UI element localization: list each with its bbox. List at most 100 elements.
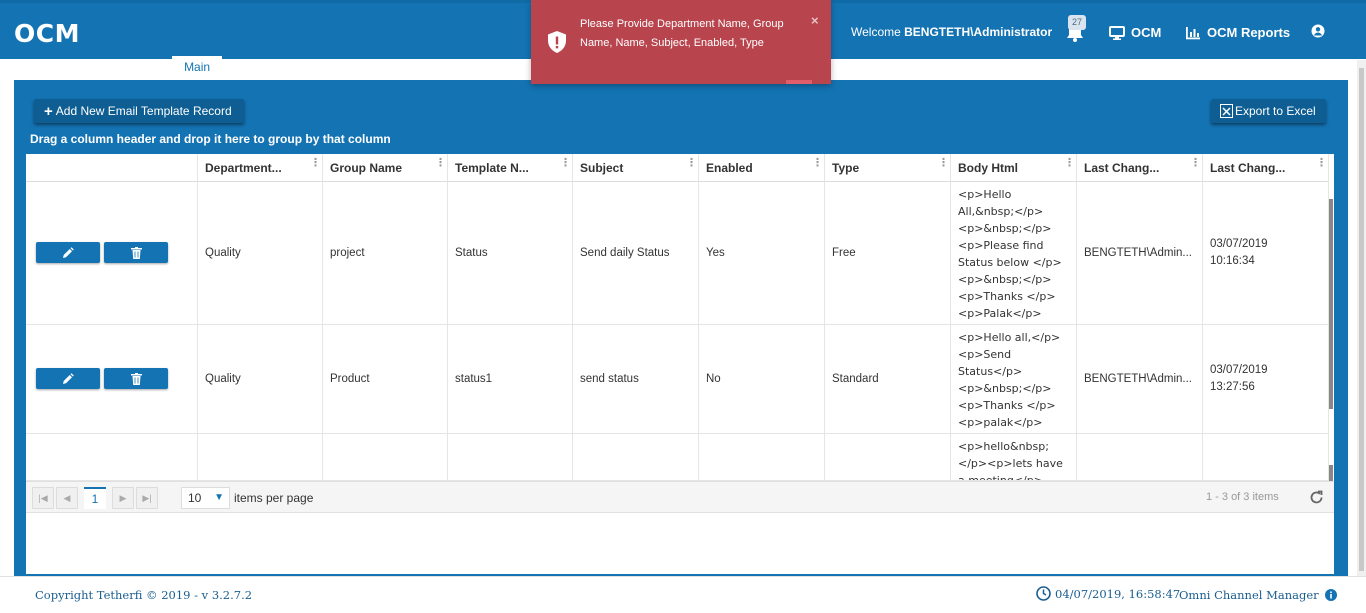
column-menu-icon[interactable]: ⋮ — [812, 158, 823, 169]
bar-chart-icon — [1186, 26, 1200, 39]
table-row-actions — [26, 182, 198, 325]
page-number[interactable]: 1 — [84, 487, 106, 509]
cell-subject: send status — [573, 325, 699, 434]
column-menu-icon[interactable]: ⋮ — [310, 158, 321, 169]
cell-last-changed-on — [1203, 434, 1329, 481]
cell-group-name: project — [323, 182, 448, 325]
group-drop-hint: Drag a column header and drop it here to… — [30, 132, 391, 146]
column-menu-icon[interactable]: ⋮ — [560, 158, 571, 169]
info-icon[interactable] — [1324, 589, 1337, 601]
app-logo[interactable]: OCM — [14, 19, 80, 48]
header-last-changed-on-label: Last Chang... — [1210, 161, 1286, 175]
chevron-down-icon: ▼ — [214, 492, 224, 503]
header-group-name-label: Group Name — [330, 161, 403, 175]
nav-ocm-reports[interactable]: OCM Reports — [1185, 25, 1290, 40]
tab-main[interactable]: Main — [172, 56, 223, 80]
nav-ocm[interactable]: OCM — [1109, 25, 1161, 40]
table-row-actions — [26, 434, 198, 481]
prev-page-button[interactable]: ◀ — [56, 487, 78, 509]
tab-groups[interactable]: Groups — [109, 56, 172, 80]
trash-icon — [130, 372, 142, 385]
toast-progress — [786, 80, 812, 84]
cell-department: Quality — [198, 325, 323, 434]
header-body-html[interactable]: Body Html ⋮ — [951, 154, 1077, 182]
close-icon[interactable]: × — [811, 13, 819, 28]
table-row-actions — [26, 325, 198, 434]
header-enabled[interactable]: Enabled ⋮ — [699, 154, 825, 182]
toast-message: Please Provide Department Name, Group Na… — [580, 18, 784, 49]
column-menu-icon[interactable]: ⋮ — [435, 158, 446, 169]
last-page-button[interactable]: ▶| — [136, 487, 158, 509]
header-subject[interactable]: Subject ⋮ — [573, 154, 699, 182]
edit-button[interactable] — [36, 242, 100, 263]
grid-scrollbar-thumb-lower[interactable] — [1329, 465, 1333, 481]
column-menu-icon[interactable]: ⋮ — [686, 158, 697, 169]
error-toast: Please Provide Department Name, Group Na… — [531, 0, 831, 84]
cell-last-changed-by: BENGTETH\Admin... — [1077, 325, 1203, 434]
cell-group-name — [323, 434, 448, 481]
cell-last-changed-on: 03/07/2019 10:16:34 — [1203, 182, 1329, 325]
tab-strip: Departments Groups Main — [16, 56, 223, 80]
delete-button[interactable] — [104, 368, 168, 389]
excel-icon — [1220, 104, 1233, 118]
header-type-label: Type — [832, 161, 860, 175]
trash-icon — [130, 246, 142, 259]
header-last-changed-on[interactable]: Last Chang... ⋮ — [1203, 154, 1329, 182]
cell-body-html: <p>Hello all,</p><p>Send Status</p><p>&n… — [951, 325, 1077, 434]
cell-enabled — [699, 434, 825, 481]
cell-type: Free — [825, 182, 951, 325]
header-last-changed-by[interactable]: Last Chang... ⋮ — [1077, 154, 1203, 182]
header-actions — [26, 154, 198, 182]
grid-scrollbar-thumb[interactable] — [1329, 199, 1333, 409]
column-menu-icon[interactable]: ⋮ — [938, 158, 949, 169]
notification-badge: 27 — [1068, 15, 1086, 30]
pencil-icon — [63, 372, 74, 384]
column-menu-icon[interactable]: ⋮ — [1316, 158, 1327, 169]
export-excel-label: Export to Excel — [1235, 104, 1316, 118]
user-icon[interactable] — [1311, 24, 1325, 38]
tab-departments[interactable]: Departments — [16, 56, 109, 80]
column-menu-icon[interactable]: ⋮ — [1064, 158, 1075, 169]
clock-icon — [1036, 586, 1051, 601]
cell-type — [825, 434, 951, 481]
cell-department: Quality — [198, 182, 323, 325]
cell-enabled: No — [699, 325, 825, 434]
nav-ocm-reports-label: OCM Reports — [1207, 25, 1291, 40]
monitor-icon — [1109, 25, 1125, 40]
email-template-grid: Department... ⋮ Group Name ⋮ Template N...… — [26, 154, 1334, 481]
page-size-select[interactable]: 10 ▼ — [181, 487, 230, 509]
footer-app: Omni Channel Manager — [1179, 588, 1337, 602]
cell-last-changed-by — [1077, 434, 1203, 481]
cell-group-name: Product — [323, 325, 448, 434]
cell-type: Standard — [825, 325, 951, 434]
header-type[interactable]: Type ⋮ — [825, 154, 951, 182]
pager-info: 1 - 3 of 3 items — [1206, 491, 1279, 503]
cell-enabled: Yes — [699, 182, 825, 325]
grid-pager: |◀ ◀ 1 ▶ ▶| 10 ▼ items per page 1 - 3 of… — [26, 481, 1334, 513]
cell-template-name: status1 — [448, 325, 573, 434]
header-enabled-label: Enabled — [706, 161, 753, 175]
add-template-button[interactable]: + Add New Email Template Record — [34, 99, 244, 123]
refresh-icon[interactable] — [1309, 490, 1324, 505]
header-group-name[interactable]: Group Name ⋮ — [323, 154, 448, 182]
export-excel-button[interactable]: Export to Excel — [1211, 99, 1326, 123]
header-subject-label: Subject — [580, 161, 624, 175]
footer-app-name: Omni Channel Manager — [1179, 588, 1319, 602]
cell-last-changed-by: BENGTETH\Admin... — [1077, 182, 1203, 325]
edit-button[interactable] — [36, 368, 100, 389]
column-menu-icon[interactable]: ⋮ — [1190, 158, 1201, 169]
welcome-text: Welcome BENGTETH\Administrator — [851, 25, 1052, 39]
header-department[interactable]: Department... ⋮ — [198, 154, 323, 182]
cell-last-changed-on: 03/07/2019 13:27:56 — [1203, 325, 1329, 434]
cell-template-name — [448, 434, 573, 481]
welcome-prefix: Welcome — [851, 25, 905, 39]
delete-button[interactable] — [104, 242, 168, 263]
page-scrollbar-thumb[interactable] — [1359, 68, 1364, 571]
add-template-label: Add New Email Template Record — [55, 104, 232, 118]
welcome-user: BENGTETH\Administrator — [904, 25, 1053, 39]
next-page-button[interactable]: ▶ — [112, 487, 134, 509]
cell-department — [198, 434, 323, 481]
page-size-value: 10 — [188, 491, 202, 505]
first-page-button[interactable]: |◀ — [32, 487, 54, 509]
header-template-name[interactable]: Template N... ⋮ — [448, 154, 573, 182]
